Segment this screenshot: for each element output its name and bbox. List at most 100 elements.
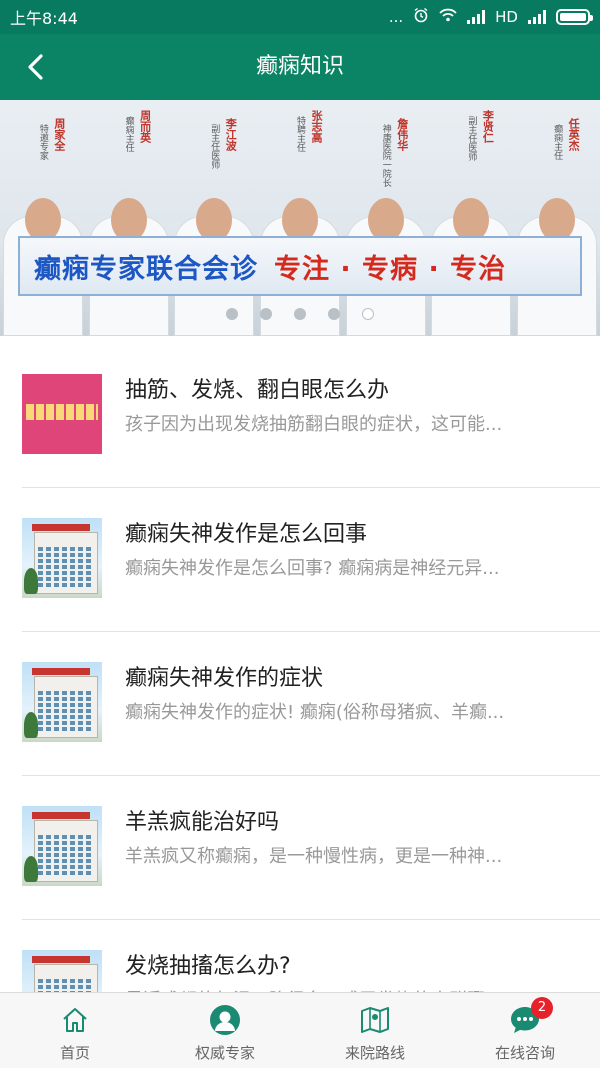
tab-route[interactable]: 来院路线 bbox=[300, 993, 450, 1068]
building-window-row bbox=[38, 691, 94, 695]
article-thumbnail bbox=[22, 662, 102, 742]
article-item[interactable]: 抽筋、发烧、翻白眼怎么办孩子因为出现发烧抽筋翻白眼的症状，这可能... bbox=[22, 344, 600, 488]
building-window-row bbox=[38, 703, 94, 707]
network-type: HD bbox=[495, 8, 518, 26]
building-window-row bbox=[38, 865, 94, 869]
building-window-row bbox=[38, 709, 94, 713]
carousel-dot[interactable] bbox=[260, 308, 272, 320]
tab-consult[interactable]: 2 在线咨询 bbox=[450, 993, 600, 1068]
doctor-role: 癫痫主任 bbox=[552, 124, 563, 160]
building-window-row bbox=[38, 853, 94, 857]
tab-bar: 首页 权威专家 来院路线 2 在线咨询 bbox=[0, 992, 600, 1068]
wifi-icon bbox=[439, 8, 457, 26]
article-summary: 羊羔疯又称癫痫，是一种慢性病，更是一种神... bbox=[125, 846, 503, 867]
article-title: 羊羔疯能治好吗 bbox=[125, 810, 280, 835]
article-item[interactable]: 癫痫失神发作的症状癫痫失神发作的症状! 癫痫(俗称母猪疯、羊癫... bbox=[22, 632, 600, 776]
tab-label: 权威专家 bbox=[194, 1044, 255, 1062]
doctor-role: 神康医院一院长 bbox=[380, 124, 391, 187]
building-window-row bbox=[38, 841, 94, 845]
doctor-name: 周家全 bbox=[52, 118, 66, 151]
carousel-indicators bbox=[0, 308, 600, 320]
status-time: 上午8:44 bbox=[10, 9, 78, 28]
article-title: 抽筋、发烧、翻白眼怎么办 bbox=[125, 378, 390, 403]
doctor-name: 李江波 bbox=[224, 118, 238, 151]
building-window-row bbox=[38, 583, 94, 587]
expert-avatar-icon bbox=[208, 1003, 242, 1037]
nav-bar: 癫痫知识 bbox=[0, 34, 600, 100]
hospital-sign bbox=[32, 812, 90, 819]
carousel-dot[interactable] bbox=[362, 308, 374, 320]
building-window-row bbox=[38, 727, 94, 731]
chevron-left-icon bbox=[28, 54, 43, 80]
doctor-role: 特聘主任 bbox=[295, 116, 305, 152]
doctor-name: 周而英 bbox=[138, 110, 152, 143]
building-window-row bbox=[38, 571, 94, 575]
alarm-icon bbox=[413, 7, 429, 27]
doctor-role: 副主任医师 bbox=[466, 116, 477, 161]
unread-badge: 2 bbox=[531, 997, 553, 1019]
tab-home[interactable]: 首页 bbox=[0, 993, 150, 1068]
tree bbox=[24, 568, 38, 594]
hospital-sign bbox=[32, 668, 90, 675]
doctor-name: 李贤仁 bbox=[481, 110, 495, 143]
tab-label: 首页 bbox=[59, 1044, 90, 1062]
hospital-sign bbox=[32, 956, 90, 963]
banner-carousel[interactable]: 周家全 特邀专家 周而英 癫痫主任 李江波 副主任医师 张志高 特聘主任 詹伟华 神康医院一院长李… bbox=[0, 100, 600, 336]
tab-experts[interactable]: 权威专家 bbox=[150, 993, 300, 1068]
article-list: 抽筋、发烧、翻白眼怎么办 孩子因为出现发烧抽筋翻白眼的症状，这可能... 癫痫失神发… bbox=[0, 344, 600, 1064]
article-summary: 癫痫失神发作是怎么回事? 癫痫病是神经元异... bbox=[125, 558, 500, 579]
banner-headline: 癫痫专家联合会诊 bbox=[34, 253, 258, 285]
article-thumbnail bbox=[22, 374, 102, 454]
article-summary: 孩子因为出现发烧抽筋翻白眼的症状，这可能... bbox=[125, 414, 503, 435]
map-icon bbox=[358, 1003, 392, 1037]
article-title: 发烧抽搐怎么办? bbox=[125, 954, 291, 979]
thumbnail-banner-text bbox=[26, 404, 98, 420]
article-thumbnail bbox=[22, 806, 102, 886]
building-window-row bbox=[38, 547, 94, 551]
banner-strip: 癫痫专家联合会诊 专注 · 专病 · 专治 bbox=[18, 236, 582, 296]
building-window-row bbox=[38, 721, 94, 725]
building-window-row bbox=[38, 715, 94, 719]
tab-label: 在线咨询 bbox=[494, 1044, 555, 1062]
building-window-row bbox=[38, 847, 94, 851]
building-window-row bbox=[38, 979, 94, 983]
building-window-row bbox=[38, 565, 94, 569]
status-bar: 上午8:44 ... HD bbox=[0, 0, 600, 34]
article-title: 癫痫失神发作是怎么回事 bbox=[125, 522, 368, 547]
battery-icon bbox=[556, 9, 593, 25]
building-window-row bbox=[38, 559, 94, 563]
article-summary: 癫痫失神发作的症状! 癫痫(俗称母猪疯、羊癫... bbox=[125, 702, 505, 723]
article-item[interactable]: 癫痫失神发作是怎么回事癫痫失神发作是怎么回事? 癫痫病是神经元异... bbox=[22, 488, 600, 632]
doctor-role: 癫痫主任 bbox=[123, 116, 134, 152]
article-item[interactable]: 羊羔疯能治好吗羊羔疯又称癫痫，是一种慢性病，更是一种神... bbox=[22, 776, 600, 920]
doctor-name: 任英杰 bbox=[567, 118, 581, 151]
article-thumbnail bbox=[22, 518, 102, 598]
doctor-name: 詹伟华 bbox=[395, 118, 409, 151]
building-window-row bbox=[38, 871, 94, 875]
banner-slogan: 专注 · 专病 · 专治 bbox=[274, 253, 507, 285]
article-title: 癫痫失神发作的症状 bbox=[125, 666, 324, 691]
building-window-row bbox=[38, 859, 94, 863]
doctor-role: 副主任医师 bbox=[209, 124, 220, 169]
carousel-dot[interactable] bbox=[226, 308, 238, 320]
carousel-dot[interactable] bbox=[294, 308, 306, 320]
signal-icon bbox=[467, 10, 486, 24]
home-icon bbox=[58, 1003, 92, 1037]
hospital-building bbox=[34, 532, 98, 594]
building-window-row bbox=[38, 553, 94, 557]
doctor-name: 张志高 bbox=[310, 110, 323, 143]
doctor-role: 特邀专家 bbox=[37, 124, 48, 160]
building-window-row bbox=[38, 697, 94, 701]
hospital-building bbox=[34, 820, 98, 882]
carousel-dot[interactable] bbox=[328, 308, 340, 320]
building-window-row bbox=[38, 835, 94, 839]
back-button[interactable] bbox=[16, 47, 56, 87]
hospital-building bbox=[34, 676, 98, 738]
tree bbox=[24, 856, 38, 882]
building-window-row bbox=[38, 577, 94, 581]
signal-icon-secondary bbox=[528, 10, 546, 24]
page-title: 癫痫知识 bbox=[255, 54, 344, 79]
tree bbox=[24, 712, 38, 738]
building-window-row bbox=[38, 985, 94, 989]
hospital-sign bbox=[32, 524, 90, 531]
